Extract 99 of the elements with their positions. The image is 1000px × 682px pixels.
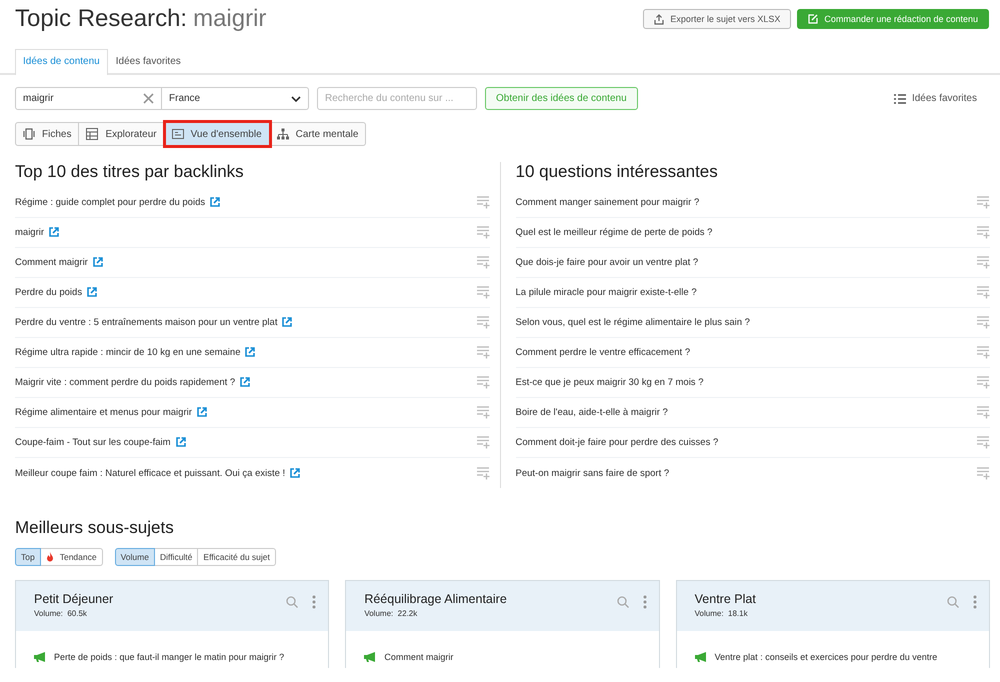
export-button[interactable]: Exporter le sujet vers XLSX: [643, 9, 792, 29]
article-link[interactable]: Perdre du poids: [15, 287, 82, 298]
external-link-icon: [176, 437, 186, 447]
add-to-list-icon[interactable]: [977, 346, 990, 359]
question-text: Comment doit-je faire pour perdre des cuisses ?: [516, 437, 718, 448]
card-title: Petit Déjeuner: [34, 592, 114, 606]
add-to-list-icon[interactable]: [476, 406, 490, 419]
tab[interactable]: Idées favorites: [108, 49, 189, 73]
megaphone-icon: [34, 652, 46, 662]
add-to-list-icon[interactable]: [476, 466, 490, 480]
search-icon[interactable]: [616, 596, 629, 608]
card-volume: Volume: 18.1k: [694, 609, 749, 618]
filter-button[interactable]: Top: [15, 548, 41, 566]
view-button[interactable]: Vue d'ensemble: [164, 122, 270, 146]
add-to-list-icon[interactable]: [476, 196, 490, 209]
add-to-list-icon[interactable]: [476, 256, 490, 269]
external-link-icon: [92, 257, 103, 267]
domain-search-field[interactable]: Recherche du contenu sur ...: [317, 87, 477, 110]
country-dropdown[interactable]: France: [162, 87, 309, 110]
edit-icon: [808, 14, 818, 24]
article-link[interactable]: Meilleur coupe faim : Naturel efficace et puissant. Oui ça existe !: [15, 468, 286, 478]
list-icon: [894, 94, 906, 104]
page-title: Topic Research:: [15, 5, 188, 32]
question-text: Peut-on maigrir sans faire de sport ?: [516, 468, 670, 478]
search-icon[interactable]: [946, 596, 959, 608]
view-button[interactable]: Fiches: [15, 122, 80, 146]
add-to-list-icon[interactable]: [476, 226, 490, 239]
article-link[interactable]: Régime ultra rapide : mincir de 10 kg en une semaine: [15, 347, 240, 358]
card-volume: Volume: 60.5k: [34, 609, 88, 618]
article-link[interactable]: Coupe-faim - Tout sur les coupe-faim: [15, 437, 171, 448]
card-title: Ventre Plat: [694, 592, 756, 606]
article-link[interactable]: Perdre du ventre : 5 entraînements maison pour un ventre plat: [15, 317, 278, 328]
sort-button[interactable]: Efficacité du sujet: [198, 548, 276, 566]
external-link-icon: [290, 468, 300, 478]
more-icon[interactable]: [312, 595, 316, 609]
question-text: Boire de l'eau, aide-t-elle à maigrir ?: [516, 407, 668, 418]
overview-icon: [172, 128, 184, 140]
question-text: Quel est le meilleur régime de perte de poids ?: [516, 227, 712, 238]
article-link[interactable]: Comment maigrir: [15, 257, 88, 268]
hierarchy-icon: [276, 128, 289, 140]
card-title: Rééquilibrage Alimentaire: [364, 592, 507, 606]
question-text: La pilule miracle pour maigrir existe-t-elle ?: [516, 287, 697, 298]
view-button[interactable]: Carte mentale: [270, 122, 366, 146]
add-to-list-icon[interactable]: [476, 286, 490, 299]
headline-text: Perte de poids : que faut-il manger le matin pour maigrir ?: [54, 652, 284, 662]
tab[interactable]: Idées de contenu: [15, 49, 108, 75]
favorites-link[interactable]: Idées favorites: [894, 93, 977, 104]
more-icon[interactable]: [972, 595, 977, 609]
article-link[interactable]: maigrir: [15, 227, 44, 238]
megaphone-icon: [694, 652, 707, 662]
question-text: Selon vous, quel est le régime alimentaire le plus sain ?: [516, 317, 750, 328]
card-volume: Volume: 22.2k: [364, 609, 418, 618]
question-text: Comment perdre le ventre efficacement ?: [516, 347, 690, 358]
question-text: Est-ce que je peux maigrir 30 kg en 7 mois ?: [516, 377, 704, 388]
question-text: Que dois-je faire pour avoir un ventre plat ?: [516, 257, 698, 268]
external-link-icon: [87, 287, 98, 297]
add-to-list-icon[interactable]: [977, 256, 990, 269]
sort-button[interactable]: Volume: [114, 548, 155, 566]
add-to-list-icon[interactable]: [476, 346, 490, 359]
filter-button[interactable]: Tendance: [40, 548, 103, 566]
add-to-list-icon[interactable]: [977, 196, 990, 209]
section-title: Top 10 des titres par backlinks: [15, 162, 245, 182]
sort-button[interactable]: Difficulté: [154, 548, 198, 566]
add-to-list-icon[interactable]: [476, 376, 490, 389]
external-link-icon: [49, 227, 60, 237]
add-to-list-icon[interactable]: [977, 286, 990, 299]
upload-icon: [654, 14, 664, 24]
keyword-field[interactable]: maigrir: [15, 87, 162, 110]
flame-icon: [46, 552, 54, 562]
question-text: Comment manger sainement pour maigrir ?: [516, 197, 700, 208]
article-link[interactable]: Régime : guide complet pour perdre du poids: [15, 197, 206, 208]
article-link[interactable]: Maigrir vite : comment perdre du poids rapidement ?: [15, 377, 236, 388]
external-link-icon: [245, 347, 256, 357]
add-to-list-icon[interactable]: [977, 316, 990, 329]
add-to-list-icon[interactable]: [977, 226, 990, 239]
chevron-down-icon: [291, 96, 301, 102]
external-link-icon: [282, 317, 292, 327]
table-icon: [86, 128, 98, 140]
clear-icon: [143, 93, 154, 104]
page-keyword: maigrir: [193, 5, 266, 32]
search-icon[interactable]: [286, 596, 298, 608]
add-to-list-icon[interactable]: [977, 406, 990, 419]
more-icon[interactable]: [642, 595, 647, 609]
section-title: 10 questions intéressantes: [516, 162, 719, 182]
view-button[interactable]: Explorateur: [79, 122, 165, 146]
headline-text: Comment maigrir: [384, 652, 454, 662]
section-title: Meilleurs sous-sujets: [15, 518, 175, 538]
add-to-list-icon[interactable]: [977, 436, 990, 449]
external-link-icon: [210, 197, 220, 207]
add-to-list-icon[interactable]: [977, 466, 990, 480]
external-link-icon: [240, 377, 250, 387]
add-to-list-icon[interactable]: [476, 436, 490, 449]
add-to-list-icon[interactable]: [476, 316, 490, 329]
add-to-list-icon[interactable]: [977, 376, 990, 389]
megaphone-icon: [364, 652, 376, 662]
article-link[interactable]: Régime alimentaire et menus pour maigrir: [15, 407, 192, 418]
cards-icon: [23, 128, 35, 140]
external-link-icon: [196, 407, 207, 417]
headline-text: Ventre plat : conseils et exercices pour perdre du ventre: [714, 652, 938, 662]
